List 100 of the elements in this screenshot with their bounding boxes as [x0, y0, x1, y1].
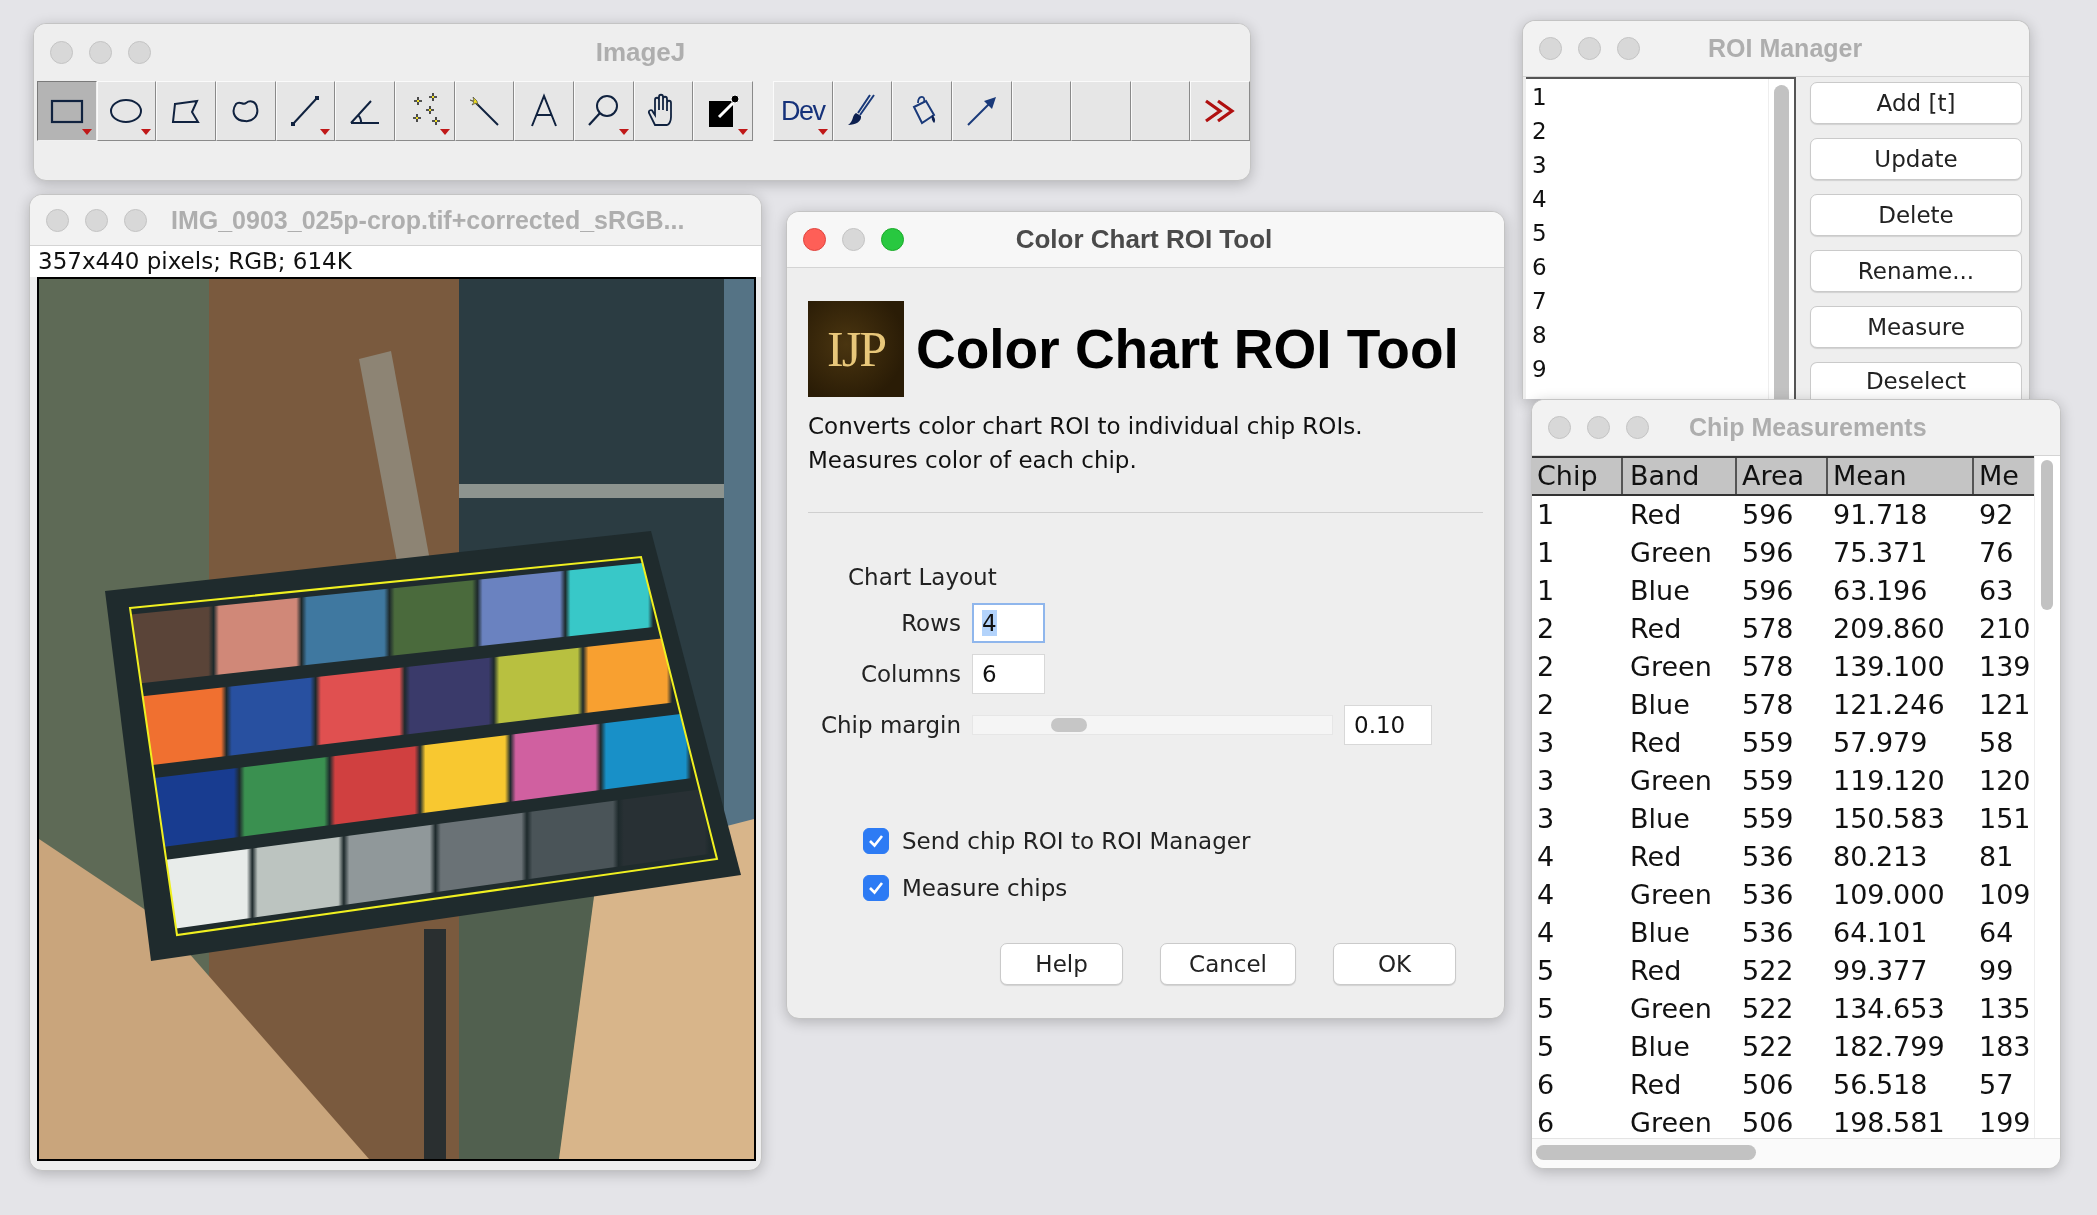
roi-button[interactable]: Deselect [1810, 362, 2022, 399]
list-item[interactable]: 3 [1532, 148, 1768, 182]
table-cell-text: 5 [1536, 954, 1556, 988]
table-cell-text: 3 [1536, 802, 1556, 836]
value-field[interactable]: 0.10 [1344, 704, 1432, 745]
window-title: ImageJ [594, 36, 687, 68]
table-cell-text: Green [1629, 764, 1713, 798]
table-cell-text: 536 [1741, 840, 1795, 874]
list-item[interactable]: 2 [1532, 114, 1768, 148]
column-header[interactable]: Me [1974, 458, 2034, 494]
table-cell-text: 57.979 [1832, 726, 1929, 760]
table-cell-text: 2 [1536, 612, 1556, 646]
image-info: 357x440 pixels; RGB; 614K [30, 246, 761, 277]
table-cell-text: 139.100 [1832, 650, 1946, 684]
table-cell-text: 81 [1978, 840, 2015, 874]
dialog-button[interactable]: Help [1000, 943, 1124, 985]
scrollbar[interactable] [1536, 1145, 1756, 1160]
window-title: Color Chart ROI Tool [1014, 224, 1274, 255]
scrollbar[interactable] [2041, 460, 2053, 610]
tool-button[interactable]: Dev [772, 81, 833, 141]
table-cell-text: 536 [1741, 916, 1795, 950]
list-item[interactable]: 7 [1532, 284, 1768, 318]
table-cell-text: 596 [1741, 498, 1795, 532]
table-cell-text: 199 [1978, 1106, 2032, 1138]
column-header[interactable]: Mean [1828, 458, 1974, 494]
table-cell-text: 522 [1741, 992, 1795, 1026]
table-cell-text: 75.371 [1832, 536, 1929, 570]
checkbox[interactable] [863, 874, 889, 901]
table-cell-text: Green [1629, 878, 1713, 912]
table-cell-text: 210 [1978, 612, 2032, 646]
table-cell-text: 63.196 [1832, 574, 1929, 608]
table-cell-text: Green [1629, 650, 1713, 684]
table-cell-text: 198.581 [1832, 1106, 1946, 1138]
table-cell-text: 559 [1741, 764, 1795, 798]
column-header[interactable]: Band [1623, 458, 1737, 494]
table-cell-text: 5 [1536, 1030, 1556, 1064]
dropdown-triangle-icon [737, 129, 748, 135]
column-header[interactable]: Chip [1532, 458, 1623, 494]
close-button[interactable] [803, 228, 826, 251]
window-title: Chip Measurements [1689, 413, 1927, 442]
list-item[interactable]: 1 [1532, 80, 1768, 114]
list-item[interactable]: 5 [1532, 216, 1768, 250]
list-item[interactable]: 4 [1532, 182, 1768, 216]
table-cell-text: Blue [1629, 688, 1691, 722]
table-cell-text: 1 [1536, 536, 1556, 570]
checkbox-label: Send chip ROI to ROI Manager [902, 827, 1251, 854]
table-cell-text: 120 [1978, 764, 2032, 798]
dropdown-triangle-icon [81, 129, 92, 135]
dropdown-triangle-icon [618, 129, 629, 135]
window-title: ROI Manager [1708, 34, 1863, 63]
table-cell-text: Green [1629, 1106, 1713, 1138]
slider-thumb[interactable] [1051, 717, 1087, 732]
table-cell-text: 4 [1536, 840, 1556, 874]
table-cell-text: 2 [1536, 688, 1556, 722]
table-cell-text: 183 [1978, 1030, 2032, 1064]
tool-button[interactable] [37, 81, 97, 141]
table-cell-text: 57 [1978, 1068, 2015, 1102]
zoom-button[interactable] [881, 228, 904, 251]
table-cell-text: 4 [1536, 916, 1556, 950]
table-cell-text: Red [1629, 1068, 1683, 1102]
table-cell-text: Blue [1629, 1030, 1691, 1064]
input-field[interactable]: 6 [972, 653, 1045, 694]
scrollbar[interactable] [1774, 85, 1789, 399]
table-cell-text: Red [1629, 840, 1683, 874]
input-field[interactable]: 4 [972, 602, 1045, 643]
table-cell-text: 578 [1741, 688, 1795, 722]
table-cell-text: 64.101 [1832, 916, 1929, 950]
list-item[interactable]: 9 [1532, 352, 1768, 386]
table-cell-text: 6 [1536, 1106, 1556, 1138]
table-cell-text: 1 [1536, 574, 1556, 608]
table-cell-text: Blue [1629, 574, 1691, 608]
table-cell-text: 76 [1978, 536, 2015, 570]
dialog-button[interactable]: OK [1333, 943, 1456, 985]
table-cell-text: 578 [1741, 650, 1795, 684]
list-item[interactable]: 6 [1532, 250, 1768, 284]
roi-button[interactable]: Measure [1810, 306, 2022, 348]
table-cell-text: 80.213 [1832, 840, 1929, 874]
table-cell-text: 99.377 [1832, 954, 1929, 988]
roi-button[interactable]: Delete [1810, 194, 2022, 236]
table-cell-text: Red [1629, 954, 1683, 988]
slider-track[interactable] [972, 714, 1333, 735]
table-cell-text: 92 [1978, 498, 2015, 532]
table-cell-text: 6 [1536, 1068, 1556, 1102]
checkbox[interactable] [863, 827, 889, 854]
table-cell-text: 119.120 [1832, 764, 1946, 798]
table-cell-text: 121.246 [1832, 688, 1946, 722]
roi-button[interactable]: Rename... [1810, 250, 2022, 292]
table-cell-text: 139 [1978, 650, 2032, 684]
dialog-button[interactable]: Cancel [1160, 943, 1296, 985]
roi-button[interactable]: Update [1810, 138, 2022, 180]
table-cell-text: Green [1629, 992, 1713, 1026]
field-label: Chip margin [819, 711, 961, 738]
field-label: Rows [900, 609, 961, 636]
table-cell-text: Green [1629, 536, 1713, 570]
table-cell-text: 150.583 [1832, 802, 1946, 836]
column-header[interactable]: Area [1737, 458, 1828, 494]
roi-button[interactable]: Add [t] [1810, 82, 2022, 124]
list-item[interactable]: 8 [1532, 318, 1768, 352]
dropdown-triangle-icon [320, 129, 331, 135]
table-cell-text: Red [1629, 726, 1683, 760]
